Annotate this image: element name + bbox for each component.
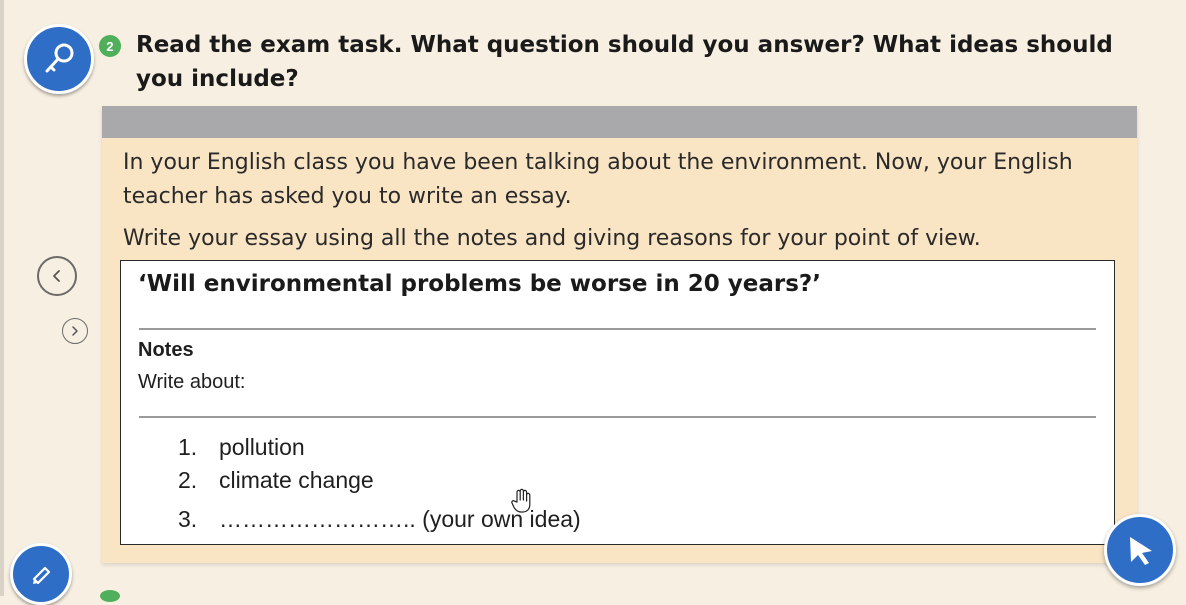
list-item: 1. pollution — [178, 431, 581, 464]
arrow-cursor-icon — [1130, 537, 1152, 565]
chevron-left-icon — [53, 270, 60, 282]
divider — [139, 416, 1096, 418]
list-item-number: 2. — [178, 467, 198, 493]
step-number-badge: 2 — [99, 35, 121, 57]
next-step-badge-peek — [100, 590, 120, 602]
list-item-number: 3. — [178, 506, 198, 532]
task-instruction-text: Write your essay using all the notes and… — [123, 226, 981, 251]
previous-page-button[interactable] — [37, 256, 77, 296]
pencil-icon — [32, 566, 51, 585]
pointer-tool-button[interactable] — [1104, 514, 1176, 586]
list-item-number: 1. — [178, 434, 198, 460]
notes-subheading: Write about: — [138, 371, 246, 393]
chevron-right-icon — [72, 326, 78, 336]
notes-heading: Notes — [138, 339, 194, 361]
notes-list: 1. pollution 2. climate change 3. ………………… — [178, 431, 581, 536]
hand-pointer-icon — [510, 488, 532, 518]
key-icon — [45, 43, 74, 73]
exercise-question: Read the exam task. What question should… — [136, 32, 1113, 92]
left-edge-strip — [0, 0, 4, 596]
essay-prompt-box: ‘Will environmental problems be worse in… — [120, 260, 1115, 545]
task-intro-text: In your English class you have been talk… — [123, 150, 1073, 209]
next-page-button[interactable] — [62, 318, 88, 344]
answer-key-button[interactable] — [24, 24, 94, 94]
list-item-text: pollution — [219, 434, 305, 460]
task-card-header — [102, 106, 1137, 138]
list-item-text: climate change — [219, 467, 374, 493]
divider — [139, 328, 1096, 330]
essay-title: ‘Will environmental problems be worse in… — [138, 271, 821, 297]
